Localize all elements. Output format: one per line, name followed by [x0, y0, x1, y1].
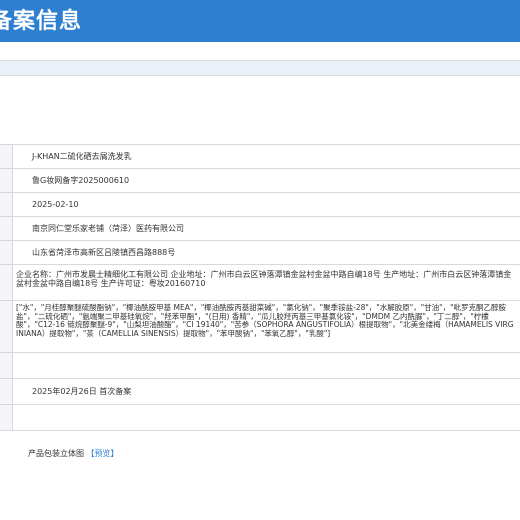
row-label-cell — [0, 301, 13, 352]
row-label-cell — [0, 193, 13, 216]
row-label-cell — [0, 217, 13, 240]
page-title: 备案信息 — [0, 9, 83, 34]
row-label-cell — [0, 145, 13, 168]
product-name-value: J-KHAN二硫化硒去屑洗发乳 — [32, 152, 132, 161]
row-label-cell — [0, 353, 13, 378]
package-image-row: 产品包装立体图 【预览】 — [28, 448, 119, 459]
row-label-cell — [0, 169, 13, 192]
table-row-product-name: J-KHAN二硫化硒去屑洗发乳 — [0, 145, 520, 169]
preview-link-label: 预览 — [94, 449, 111, 458]
row-label-cell — [0, 241, 13, 264]
table-row-empty — [0, 405, 520, 431]
section-band — [0, 60, 520, 76]
table-row-manufacturer: 企业名称：广州市发晨士精细化工有限公司 企业地址：广州市白云区钟落潭镇金盆村金盆… — [0, 265, 520, 301]
record-number-value: 鲁G妆网备字2025000610 — [32, 176, 130, 185]
bracket-close: 】 — [110, 449, 119, 458]
table-row-record-number: 鲁G妆网备字2025000610 — [0, 169, 520, 193]
record-table: J-KHAN二硫化硒去屑洗发乳 鲁G妆网备字2025000610 2025-02… — [0, 144, 520, 431]
address-value: 山东省菏泽市高新区吕陵镇西昌路888号 — [32, 248, 176, 257]
page-header: 备案信息 — [0, 0, 520, 42]
table-row-address: 山东省菏泽市高新区吕陵镇西昌路888号 — [0, 241, 520, 265]
table-row-registrant: 南京同仁堂乐家老铺（菏泽）医药有限公司 — [0, 217, 520, 241]
ingredients-value: ["水"，"月桂醇聚醚硫酸酯钠"，"椰油酰胺甲基 MEA"，"椰油酰胺丙基甜菜碱… — [16, 303, 514, 338]
table-row-status: 2025年02月26日 首次备案 — [0, 379, 520, 405]
preview-link[interactable]: 【预览】 — [87, 449, 119, 458]
record-date-value: 2025-02-10 — [32, 200, 79, 209]
manufacturer-value: 企业名称：广州市发晨士精细化工有限公司 企业地址：广州市白云区钟落潭镇金盆村金盆… — [16, 270, 512, 288]
row-label-cell — [0, 405, 13, 430]
row-label-cell — [0, 379, 13, 404]
table-row-record-date: 2025-02-10 — [0, 193, 520, 217]
table-row-ingredients: ["水"，"月桂醇聚醚硫酸酯钠"，"椰油酰胺甲基 MEA"，"椰油酰胺丙基甜菜碱… — [0, 301, 520, 353]
row-label-cell — [0, 265, 13, 300]
registrant-value: 南京同仁堂乐家老铺（菏泽）医药有限公司 — [32, 224, 184, 233]
status-value: 2025年02月26日 首次备案 — [32, 387, 132, 396]
table-row-empty — [0, 353, 520, 379]
package-label: 产品包装立体图 — [28, 449, 84, 458]
bracket-open: 【 — [86, 449, 95, 458]
